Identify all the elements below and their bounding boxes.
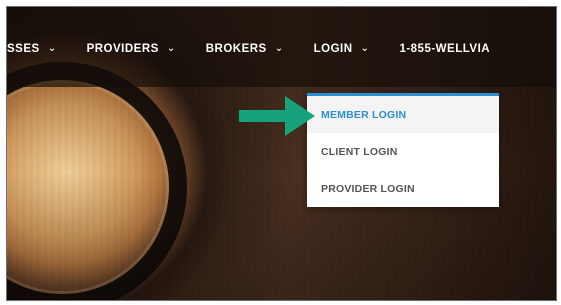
nav-phone-link[interactable]: 1-855-WELLVIA	[399, 43, 490, 55]
dropdown-item-provider-login[interactable]: PROVIDER LOGIN	[307, 170, 499, 207]
arrow-right-icon	[239, 96, 315, 136]
nav-item-label: LOGIN	[313, 43, 353, 55]
dropdown-item-label: PROVIDER LOGIN	[321, 182, 415, 195]
dropdown-item-label: CLIENT LOGIN	[321, 145, 398, 158]
chevron-down-icon: ⌄	[166, 42, 176, 54]
dropdown-item-label: MEMBER LOGIN	[321, 108, 407, 121]
nav-item-label: PROVIDERS	[86, 43, 159, 55]
nav-items: SSES ⌄ PROVIDERS ⌄ BROKERS ⌄ LOGIN ⌄ 1-8…	[7, 40, 490, 58]
dropdown-item-member-login[interactable]: MEMBER LOGIN	[307, 96, 499, 133]
chevron-down-icon: ⌄	[274, 42, 284, 54]
login-dropdown-menu: MEMBER LOGIN CLIENT LOGIN PROVIDER LOGIN	[307, 93, 499, 207]
nav-item-login[interactable]: LOGIN ⌄	[313, 42, 370, 56]
nav-item-sses[interactable]: SSES ⌄	[7, 42, 57, 56]
dropdown-item-client-login[interactable]: CLIENT LOGIN	[307, 133, 499, 170]
nav-item-providers[interactable]: PROVIDERS ⌄	[86, 42, 176, 56]
phone-number: 1-855-WELLVIA	[399, 43, 491, 55]
top-navigation-bar: SSES ⌄ PROVIDERS ⌄ BROKERS ⌄ LOGIN ⌄ 1-8…	[7, 7, 556, 87]
screenshot-frame: SSES ⌄ PROVIDERS ⌄ BROKERS ⌄ LOGIN ⌄ 1-8…	[6, 6, 557, 301]
nav-item-brokers[interactable]: BROKERS ⌄	[205, 42, 284, 56]
nav-item-label: SSES	[7, 43, 40, 55]
chevron-down-icon: ⌄	[360, 42, 370, 54]
nav-item-label: BROKERS	[205, 43, 267, 55]
chevron-down-icon: ⌄	[47, 42, 57, 54]
